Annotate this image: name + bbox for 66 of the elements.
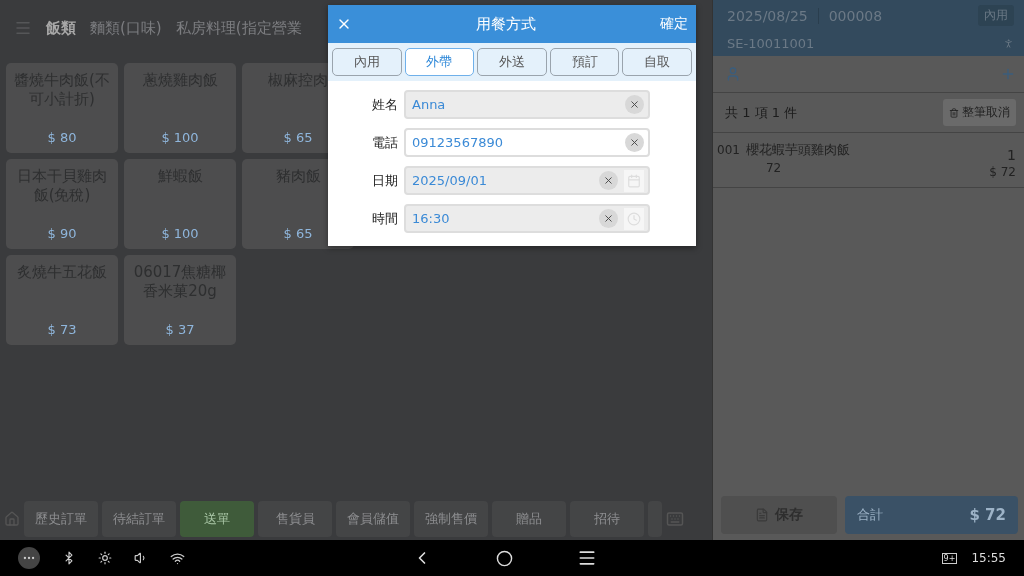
dialog-title: 用餐方式 [475,14,537,34]
product-price: $ 90 [47,226,77,241]
trash-icon [949,107,959,118]
clear-button[interactable] [599,171,618,190]
order-date: 2025/08/25 [727,7,808,24]
cancel-all-button[interactable]: 整筆取消 [943,99,1016,126]
clear-button[interactable] [625,133,644,152]
dining-mode-tab[interactable]: 自取 [622,48,692,76]
action-button[interactable]: 歷史訂單 [24,501,98,537]
person-icon [1003,38,1014,49]
dining-mode-tab[interactable]: 預訂 [549,48,620,76]
home-circle-icon[interactable] [496,549,513,567]
field-label: 時間 [371,209,398,228]
product-price: $ 100 [161,226,199,241]
clear-icon [629,137,640,148]
input-field[interactable]: 09123567890 [412,135,619,150]
dining-mode-tab[interactable]: 外帶 [404,48,475,76]
action-button[interactable]: 送單 [180,501,254,537]
clear-icon [603,175,614,186]
calendar-icon [627,173,641,188]
order-number: 000008 [817,7,883,24]
field-frame[interactable]: Anna [404,90,650,119]
action-button[interactable]: 售貨員 [258,501,332,537]
wifi-icon[interactable] [170,550,185,566]
product-price: $ 37 [165,322,195,337]
brightness-icon[interactable] [98,551,112,565]
notification-count: 9+ [941,552,958,564]
category-tab[interactable]: 飯類 [46,18,76,38]
confirm-button[interactable]: 確定 [660,15,688,33]
total-amount: $ 72 [969,506,1006,524]
clear-icon [629,99,640,110]
action-button[interactable]: 強制售價 [414,501,488,537]
field-frame[interactable]: 2025/09/01 [404,166,650,195]
category-tab[interactable]: 私房料理(指定營業 [175,18,302,38]
staff-id: SE-10011001 [727,36,815,51]
field-label: 姓名 [371,95,398,114]
input-field[interactable]: Anna [412,97,619,112]
input-field[interactable]: 16:30 [412,211,593,226]
order-summary: 共 1 項 1 件 [725,103,798,122]
action-button[interactable]: 會員儲值 [336,501,410,537]
input-field[interactable]: 2025/09/01 [412,173,593,188]
clear-button[interactable] [625,95,644,114]
action-button[interactable]: 贈品 [492,501,566,537]
product-price: $ 73 [47,322,77,337]
total-button[interactable]: 合計 $ 72 [845,496,1018,534]
dining-mode-tab[interactable]: 外送 [477,48,547,76]
action-button[interactable]: 待結訂單 [102,501,176,537]
dining-mode-tab[interactable]: 內用 [332,48,402,76]
field-frame[interactable]: 09123567890 [404,128,650,157]
clear-button[interactable] [599,209,618,228]
category-tab[interactable]: 麵類(口味) [90,18,162,38]
product-price: $ 65 [283,130,313,145]
clock: 15:55 [971,551,1006,565]
field-label: 電話 [371,133,398,152]
product-price: $ 65 [283,226,313,241]
product-price: $ 100 [161,130,199,145]
clock-icon [627,211,641,226]
field-frame[interactable]: 16:30 [404,204,650,233]
total-label: 合計 [857,506,883,524]
dining-mode-badge: 內用 [978,5,1014,26]
action-button[interactable]: 招待 [570,501,644,537]
field-label: 日期 [371,171,398,190]
more-button[interactable] [18,547,40,569]
clear-icon [603,213,614,224]
menu-icon[interactable] [577,548,597,568]
product-price: $ 80 [47,130,77,145]
